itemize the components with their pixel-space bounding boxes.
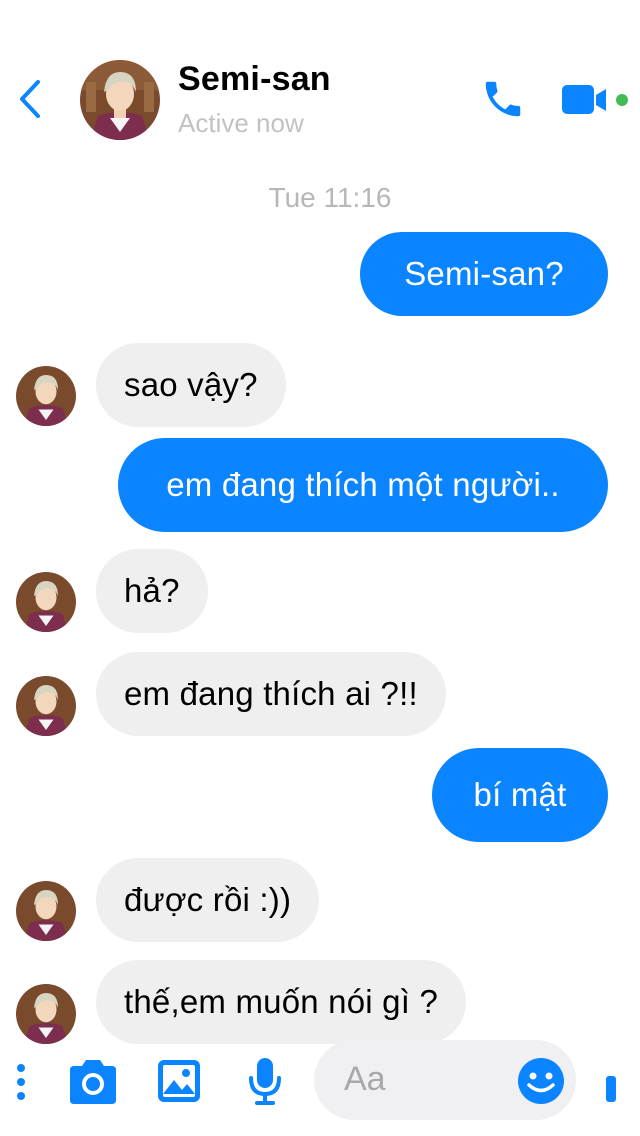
phone-icon: [485, 81, 521, 117]
incoming-message[interactable]: sao vậy?: [96, 343, 286, 427]
online-indicator: [616, 94, 628, 106]
outgoing-message[interactable]: Semi-san?: [360, 232, 608, 316]
incoming-message[interactable]: được rồi :)): [96, 858, 320, 942]
message-input-placeholder: Aa: [344, 1060, 386, 1098]
sender-avatar: [16, 881, 76, 941]
sender-avatar: [16, 572, 76, 632]
incoming-message[interactable]: hả?: [96, 549, 208, 633]
emoji-icon[interactable]: [516, 1056, 566, 1106]
chat-screen: Semi-san Active now Tue 11:16 Semi-san? …: [0, 0, 640, 1136]
outgoing-message[interactable]: em đang thích một người..: [118, 438, 608, 532]
like-icon[interactable]: [604, 1074, 618, 1104]
outgoing-message[interactable]: bí mật: [432, 748, 608, 842]
chat-title: Semi-san: [178, 60, 331, 98]
back-button[interactable]: [14, 78, 50, 120]
video-camera-icon: [562, 85, 628, 114]
sender-avatar: [16, 676, 76, 736]
message-timestamp: Tue 11:16: [268, 182, 392, 213]
call-button[interactable]: [480, 76, 526, 122]
incoming-message[interactable]: em đang thích ai ?!!: [96, 652, 446, 736]
sender-avatar: [16, 366, 76, 426]
active-status: Active now: [178, 108, 304, 138]
contact-avatar[interactable]: [80, 60, 160, 140]
camera-icon[interactable]: [66, 1058, 120, 1106]
video-call-button[interactable]: [560, 80, 632, 120]
image-icon[interactable]: [156, 1058, 202, 1104]
sender-avatar: [16, 984, 76, 1044]
chevron-left-icon: [20, 80, 40, 118]
incoming-message[interactable]: thế,em muốn nói gì ?: [96, 960, 467, 1044]
more-icon[interactable]: [14, 1060, 28, 1104]
microphone-icon[interactable]: [246, 1056, 284, 1106]
